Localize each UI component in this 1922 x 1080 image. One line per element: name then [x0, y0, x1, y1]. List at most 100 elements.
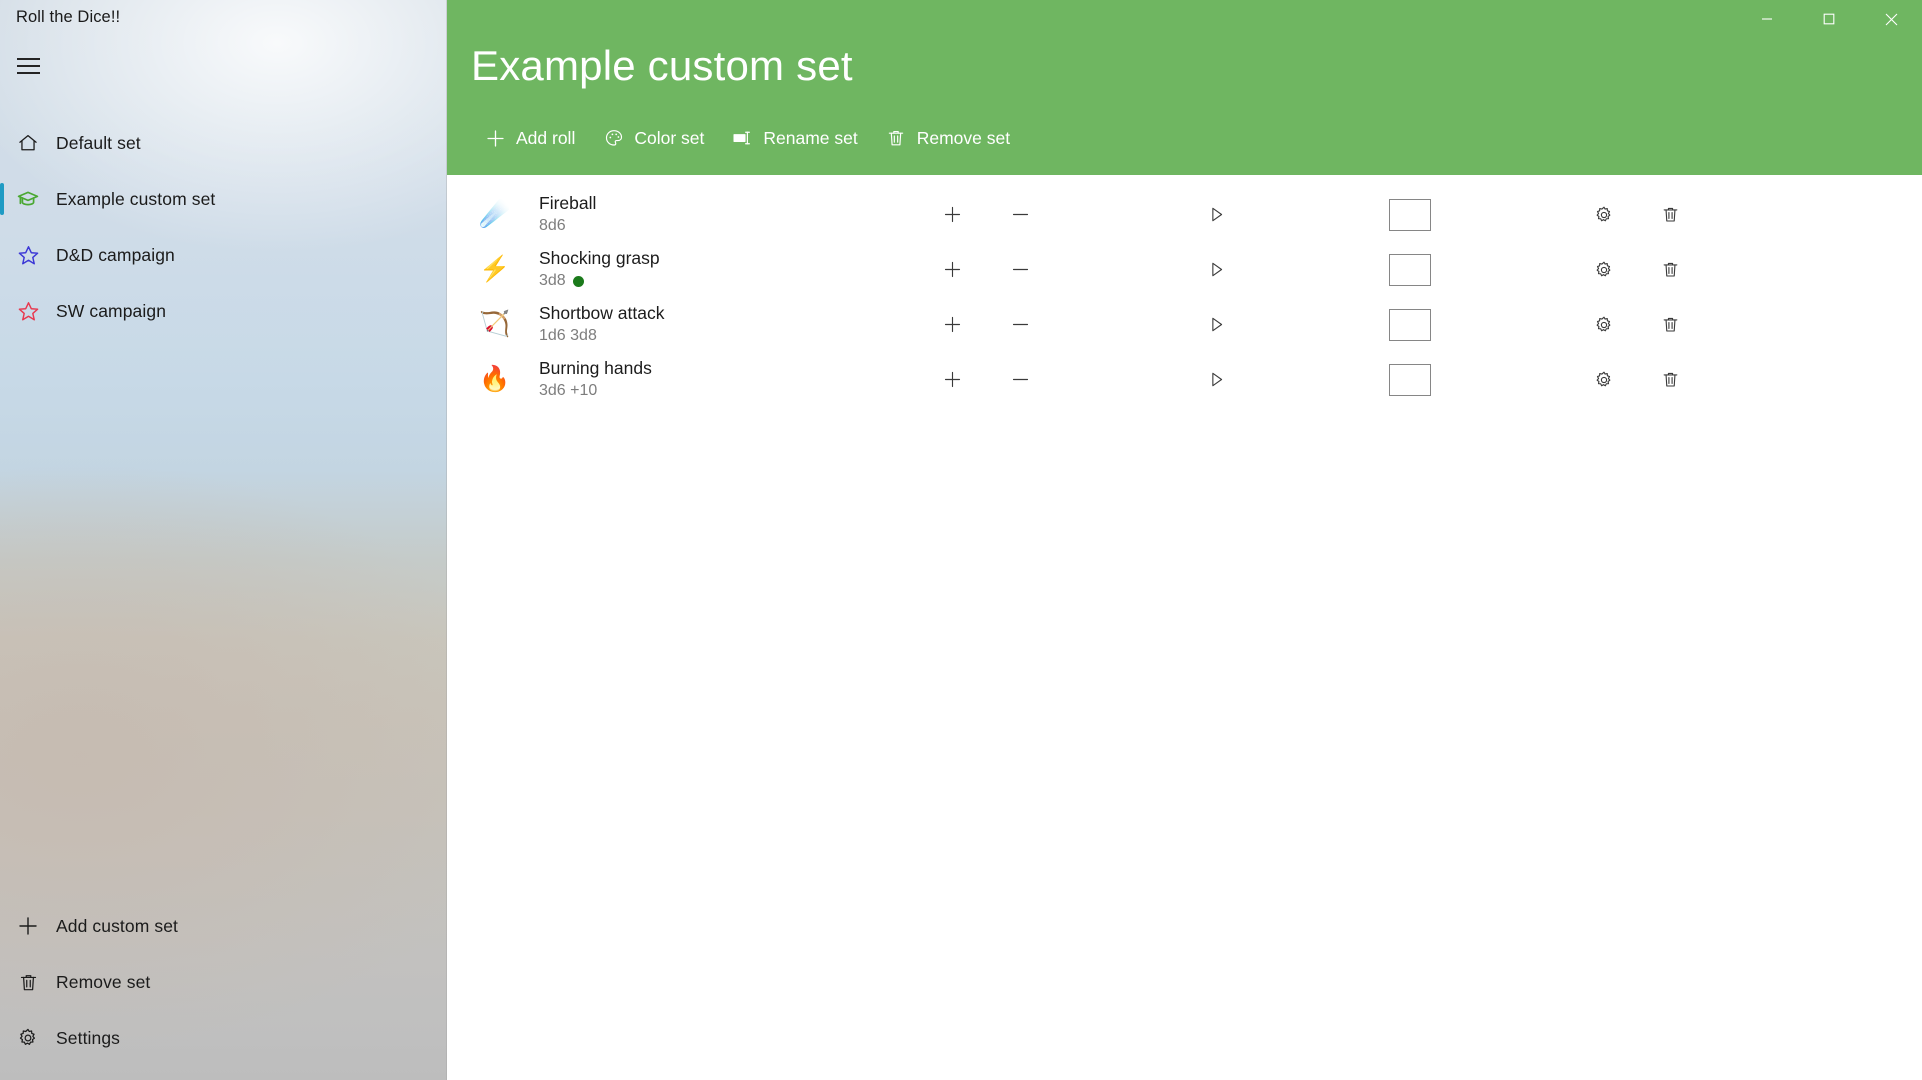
- close-icon[interactable]: [1860, 0, 1922, 38]
- color-set-button[interactable]: Color set: [589, 118, 718, 158]
- table-row[interactable]: ⚡ Shocking grasp 3d8: [447, 242, 1922, 297]
- bow-and-arrow-icon: 🏹: [479, 310, 511, 338]
- delete-roll-button[interactable]: [1647, 247, 1693, 293]
- roll-result-box[interactable]: [1389, 253, 1431, 286]
- roll-dice-text: 1d6 3d8: [539, 326, 597, 344]
- roll-button[interactable]: [1193, 247, 1239, 293]
- palette-icon: [603, 128, 624, 149]
- selection-indicator: [0, 183, 4, 215]
- command-label: Rename set: [763, 127, 858, 148]
- roll-button[interactable]: [1193, 302, 1239, 348]
- table-row[interactable]: 🔥 Burning hands 3d6 +10: [447, 352, 1922, 407]
- roll-name: Fireball: [539, 193, 597, 214]
- roll-info: Shocking grasp 3d8: [539, 247, 869, 291]
- minimize-icon[interactable]: [1736, 0, 1798, 38]
- table-row[interactable]: ☄️ Fireball 8d6: [447, 187, 1922, 242]
- roll-settings-button[interactable]: [1581, 357, 1627, 403]
- selection-indicator: [0, 239, 4, 271]
- star-icon: [0, 300, 56, 323]
- sidebar-item-label: Example custom set: [56, 188, 216, 209]
- sidebar-item-settings[interactable]: Settings: [0, 1010, 447, 1066]
- delete-roll-button[interactable]: [1647, 302, 1693, 348]
- fire-icon: 🔥: [479, 365, 511, 393]
- sidebar-item-example-custom-set[interactable]: Example custom set: [0, 171, 447, 227]
- sidebar-item-label: Settings: [56, 1027, 121, 1048]
- trash-icon: [886, 128, 907, 149]
- delete-roll-button[interactable]: [1647, 192, 1693, 238]
- selection-indicator: [0, 127, 4, 159]
- sidebar-nav-list: Default set Example custom set D&D campa…: [0, 115, 447, 339]
- decrease-dice-button[interactable]: [997, 247, 1043, 293]
- decrease-dice-button[interactable]: [997, 192, 1043, 238]
- roll-result-box[interactable]: [1389, 363, 1431, 396]
- decrease-dice-button[interactable]: [997, 302, 1043, 348]
- roll-settings-button[interactable]: [1581, 302, 1627, 348]
- increase-dice-button[interactable]: [929, 192, 975, 238]
- sidebar-item-add-custom-set[interactable]: Add custom set: [0, 898, 447, 954]
- sidebar-item-sw-campaign[interactable]: SW campaign: [0, 283, 447, 339]
- delete-roll-button[interactable]: [1647, 357, 1693, 403]
- page-title: Example custom set: [471, 42, 853, 89]
- command-label: Add roll: [516, 127, 576, 148]
- selection-indicator: [0, 1022, 4, 1054]
- roll-info: Fireball 8d6: [539, 192, 869, 236]
- roll-result-box[interactable]: [1389, 198, 1431, 231]
- sidebar-item-label: Remove set: [56, 971, 151, 992]
- roll-dice: 3d8: [539, 271, 869, 292]
- roll-settings-button[interactable]: [1581, 192, 1627, 238]
- roll-name: Burning hands: [539, 358, 652, 379]
- graduation-cap-icon: [0, 187, 56, 211]
- command-bar: Add roll Color set Rename set Remove set: [471, 118, 1024, 158]
- increase-dice-button[interactable]: [929, 357, 975, 403]
- increase-dice-button[interactable]: [929, 302, 975, 348]
- star-icon: [0, 244, 56, 267]
- comet-icon: ☄️: [479, 200, 511, 228]
- home-icon: [0, 132, 56, 154]
- selection-indicator: [0, 910, 4, 942]
- selection-indicator: [0, 295, 4, 327]
- lightning-icon: ⚡: [479, 255, 511, 283]
- hamburger-icon[interactable]: [0, 44, 56, 88]
- sidebar-bottom-list: Add custom set Remove set Settings: [0, 898, 447, 1066]
- roll-info: Burning hands 3d6 +10: [539, 357, 869, 401]
- command-label: Color set: [634, 127, 705, 148]
- sidebar-item-label: SW campaign: [56, 300, 167, 321]
- maximize-icon[interactable]: [1798, 0, 1860, 38]
- roll-info: Shortbow attack 1d6 3d8: [539, 302, 869, 346]
- roll-settings-button[interactable]: [1581, 247, 1627, 293]
- add-roll-button[interactable]: Add roll: [471, 118, 589, 158]
- sidebar-item-dnd-campaign[interactable]: D&D campaign: [0, 227, 447, 283]
- status-badge: [572, 275, 584, 287]
- plus-icon: [0, 914, 56, 938]
- command-label: Remove set: [916, 127, 1011, 148]
- roll-result-box[interactable]: [1389, 308, 1431, 341]
- roll-dice: 8d6: [539, 216, 869, 237]
- main-content: Example custom set Add roll Color set Re…: [447, 0, 1922, 1080]
- roll-button[interactable]: [1193, 357, 1239, 403]
- roll-button[interactable]: [1193, 192, 1239, 238]
- increase-dice-button[interactable]: [929, 247, 975, 293]
- roll-list: ☄️ Fireball 8d6 ⚡ Shocking grasp 3d8 🏹 S…: [447, 175, 1922, 1080]
- sidebar-item-label: Default set: [56, 132, 141, 153]
- remove-set-button[interactable]: Remove set: [872, 118, 1024, 158]
- hamburger-bars: [16, 53, 40, 79]
- sidebar-item-default-set[interactable]: Default set: [0, 115, 447, 171]
- plus-icon: [485, 128, 506, 149]
- roll-name: Shocking grasp: [539, 248, 660, 269]
- rename-set-button[interactable]: Rename set: [718, 118, 871, 158]
- roll-dice-text: 3d6 +10: [539, 381, 598, 399]
- window-controls: [1736, 0, 1922, 38]
- roll-dice: 1d6 3d8: [539, 326, 869, 347]
- table-row[interactable]: 🏹 Shortbow attack 1d6 3d8: [447, 297, 1922, 352]
- sidebar-item-label: D&D campaign: [56, 244, 175, 265]
- page-header: Example custom set Add roll Color set Re…: [447, 0, 1922, 175]
- sidebar-item-label: Add custom set: [56, 915, 179, 936]
- rename-icon: [732, 128, 753, 149]
- roll-dice: 3d6 +10: [539, 381, 869, 402]
- sidebar-item-remove-set[interactable]: Remove set: [0, 954, 447, 1010]
- app-window: Roll the Dice!! Default set Example cust…: [0, 0, 1922, 1080]
- navigation-sidebar: Roll the Dice!! Default set Example cust…: [0, 0, 447, 1080]
- roll-name: Shortbow attack: [539, 303, 665, 324]
- decrease-dice-button[interactable]: [997, 357, 1043, 403]
- app-title: Roll the Dice!!: [16, 8, 121, 26]
